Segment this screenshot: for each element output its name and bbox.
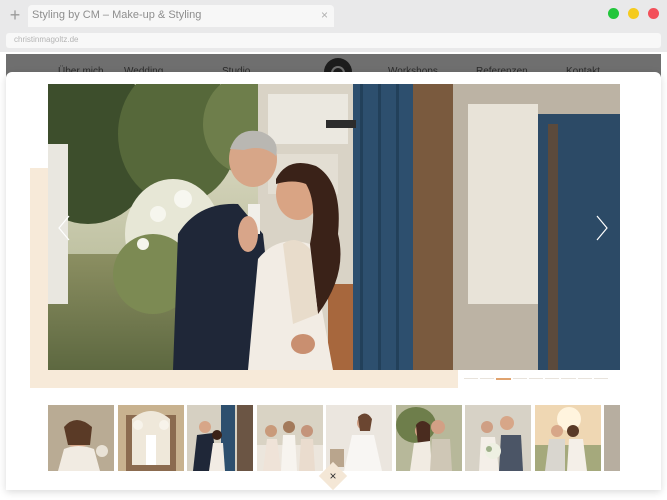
window-close-button[interactable]	[648, 8, 659, 19]
progress-segment[interactable]	[528, 378, 544, 379]
progress-segment[interactable]	[480, 378, 495, 379]
ceremony-arch-thumb[interactable]	[118, 405, 184, 471]
window-maximize-button[interactable]	[608, 8, 619, 19]
progress-segment[interactable]	[561, 378, 576, 379]
bride-bouquet-thumb[interactable]	[465, 405, 531, 471]
bride-portrait-thumb[interactable]	[48, 405, 114, 471]
progress-segment[interactable]	[464, 378, 479, 379]
partial-thumb[interactable]	[604, 405, 620, 471]
progress-segment[interactable]	[496, 378, 511, 380]
browser-chrome: + Styling by CM – Make-up & Styling × ch…	[0, 0, 667, 52]
couple-smiling-thumb[interactable]	[396, 405, 462, 471]
chevron-left-icon[interactable]	[56, 214, 72, 242]
tab-close-icon[interactable]: ×	[321, 8, 328, 22]
browser-tab[interactable]: Styling by CM – Make-up & Styling ×	[28, 5, 334, 27]
progress-segment[interactable]	[593, 378, 608, 379]
bridesmaids-thumb[interactable]	[257, 405, 323, 471]
chevron-right-icon[interactable]	[594, 214, 610, 242]
bride-getting-ready-thumb[interactable]	[326, 405, 392, 471]
tab-title: Styling by CM – Make-up & Styling	[32, 9, 202, 21]
new-tab-button[interactable]: +	[6, 6, 24, 24]
wedding-couple-embrace-photo	[48, 84, 620, 370]
progress-segment[interactable]	[512, 378, 527, 379]
address-text: christinmagoltz.de	[14, 35, 79, 44]
couple-sunset-thumb[interactable]	[535, 405, 601, 471]
progress-segment[interactable]	[545, 378, 560, 379]
couple-blue-door-thumb[interactable]	[187, 405, 253, 471]
thumbnail-strip	[48, 405, 620, 471]
window-minimize-button[interactable]	[628, 8, 639, 19]
close-icon[interactable]: ×	[323, 466, 343, 486]
slide-progress	[464, 378, 610, 380]
address-bar[interactable]: christinmagoltz.de	[6, 33, 661, 48]
progress-segment[interactable]	[577, 378, 592, 379]
